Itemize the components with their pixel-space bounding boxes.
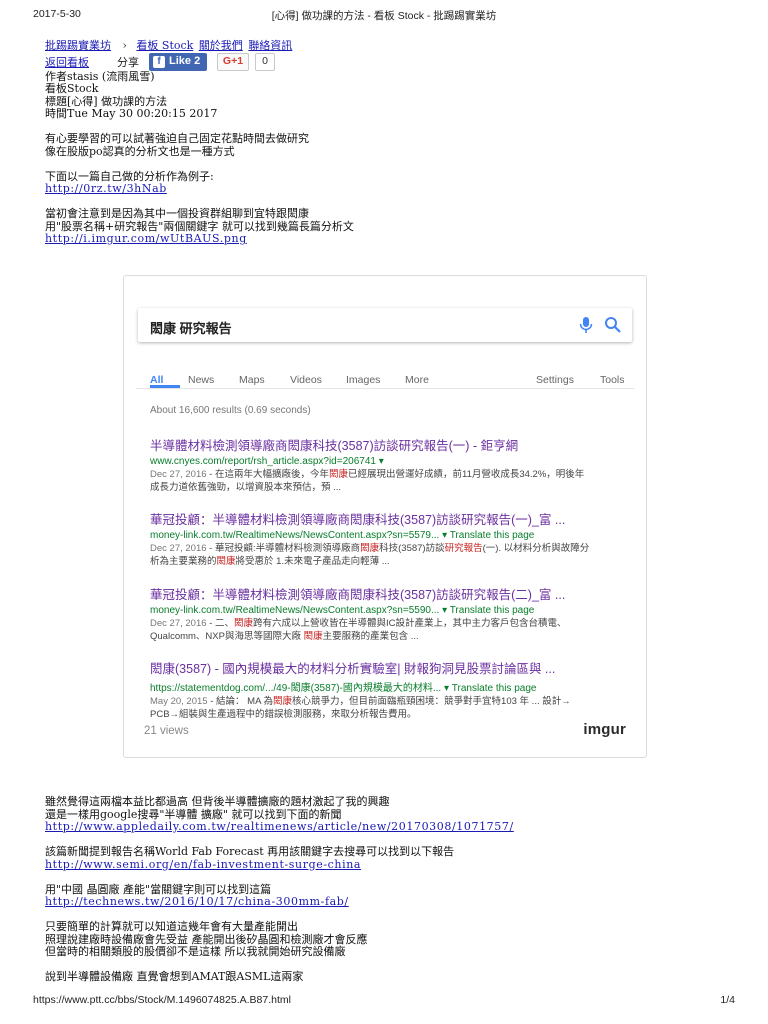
tab-tools: Tools xyxy=(600,374,625,386)
technews-link[interactable]: http://technews.tw/2016/10/17/china-300m… xyxy=(45,895,725,909)
result-stats: About 16,600 results (0.69 seconds) xyxy=(150,405,311,416)
body-text: 雖然覺得這兩檔本益比都過高 但背後半導體擴廠的題材激起了我的興趣 xyxy=(45,795,390,808)
breadcrumb-board-link[interactable]: 看板 Stock xyxy=(136,39,193,52)
body-text: 像在股版po認真的分析文也是一種方式 xyxy=(45,144,235,158)
contact-link[interactable]: 聯絡資訊 xyxy=(248,39,292,52)
body-text: 該篇新聞提到報告名稱World Fab Forecast 再用該關鍵字去搜尋可以… xyxy=(45,845,455,858)
body-text: 有心要學習的可以試著強迫自己固定花點時間去做研究 xyxy=(45,132,309,145)
tab-news: News xyxy=(188,374,215,386)
tab-maps: Maps xyxy=(239,374,265,386)
search-box: 閎康 研究報告 xyxy=(138,308,632,342)
breadcrumb-separator: › xyxy=(122,39,127,52)
back-to-board-link[interactable]: 返回看板 xyxy=(45,56,89,70)
semi-link[interactable]: http://www.semi.org/en/fab-investment-su… xyxy=(45,858,725,872)
result-url: https://statementdog.com/.../49-閎康(3587)… xyxy=(150,683,537,694)
analysis-link[interactable]: http://0rz.tw/3hNab xyxy=(45,182,725,196)
result-url: www.cnyes.com/report/rsh_article.aspx?id… xyxy=(150,456,384,467)
print-title: [心得] 做功課的方法 - 看板 Stock - 批踢踢實業坊 xyxy=(271,10,497,22)
search-icon xyxy=(605,317,621,333)
meta-board: 看板Stock xyxy=(45,82,99,95)
google-plus-count: 0 xyxy=(255,52,275,71)
imgur-logo[interactable]: imgur xyxy=(583,721,626,738)
microphone-icon xyxy=(579,317,593,333)
body-text: 說到半導體設備廠 直覺會想到AMAT跟ASML這兩家 xyxy=(45,970,304,983)
result-title: 閎康(3587) - 國內規模最大的材料分析實驗室| 財報狗洞見股票討論區與 .… xyxy=(150,662,556,676)
tab-images: Images xyxy=(346,374,381,386)
result-snippet: Dec 27, 2016 - 在這兩年大幅擴廠後，今年閎康已經展現出營運好成績，… xyxy=(150,469,585,493)
search-result: 半導體材料檢測領導廠商閎康科技(3587)訪談研究報告(一) - 鉅亨網 www… xyxy=(150,435,628,494)
facebook-icon: f xyxy=(153,55,165,68)
tab-settings: Settings xyxy=(536,374,574,386)
search-result: 華冠投顧：半導體材料檢測領導廠商閎康科技(3587)訪談研究報告(二)_富 ..… xyxy=(150,584,628,643)
print-url: https://www.ptt.cc/bbs/Stock/M.149607482… xyxy=(33,994,291,1006)
article: 批踢踢實業坊 › 看板 Stock 關於我們 聯絡資訊 返回看板 分享 f Li… xyxy=(45,39,725,246)
result-snippet: Dec 27, 2016 - 華冠投顧:半導體材料檢測領導廠商閎康科技(3587… xyxy=(150,543,590,567)
result-title: 華冠投顧：半導體材料檢測領導廠商閎康科技(3587)訪談研究報告(一)_富 ..… xyxy=(150,513,566,527)
view-count: 21 views xyxy=(144,725,189,737)
search-screenshot: 閎康 研究報告 All News Maps Videos Images More… xyxy=(136,288,634,720)
meta-author: 作者stasis (流雨風雪) xyxy=(45,69,155,83)
share-row: 返回看板 分享 f Like 2 G+1 0 xyxy=(45,52,725,71)
appledaily-link[interactable]: http://www.appledaily.com.tw/realtimenew… xyxy=(45,820,725,834)
imgur-link[interactable]: http://i.imgur.com/wUtBAUS.png xyxy=(45,232,725,246)
result-url: money-link.com.tw/RealtimeNews/NewsConte… xyxy=(150,605,535,616)
print-footer: https://www.ptt.cc/bbs/Stock/M.149607482… xyxy=(0,994,768,1008)
breadcrumb: 批踢踢實業坊 › 看板 Stock 關於我們 聯絡資訊 xyxy=(45,39,725,53)
result-snippet: May 20, 2015 - 結論： MA 為閎康核心競爭力，但目前面臨瓶頸困境… xyxy=(150,696,571,720)
result-title: 華冠投顧：半導體材料檢測領導廠商閎康科技(3587)訪談研究報告(二)_富 ..… xyxy=(150,588,566,602)
search-result: 華冠投顧：半導體材料檢測領導廠商閎康科技(3587)訪談研究報告(一)_富 ..… xyxy=(150,509,628,568)
google-plus-button[interactable]: G+1 xyxy=(217,52,249,71)
imgur-embed[interactable]: 閎康 研究報告 All News Maps Videos Images More… xyxy=(123,275,647,758)
result-title: 半導體材料檢測領導廠商閎康科技(3587)訪談研究報告(一) - 鉅亨網 xyxy=(150,439,519,453)
print-header: 2017-5-30 [心得] 做功課的方法 - 看板 Stock - 批踢踢實業… xyxy=(0,8,768,22)
tab-videos: Videos xyxy=(290,374,322,386)
search-query: 閎康 研究報告 xyxy=(150,321,232,336)
search-tabs: All News Maps Videos Images More Setting… xyxy=(136,360,634,389)
facebook-like-label: Like 2 xyxy=(169,55,201,68)
result-snippet: Dec 27, 2016 - 二、閎康跨有六成以上營收皆在半導體與IC設計產業上… xyxy=(150,618,567,642)
article-continued: 雖然覺得這兩檔本益比都過高 但背後半導體擴廠的題材激起了我的興趣 還是一樣用go… xyxy=(45,795,725,984)
facebook-like-button[interactable]: f Like 2 xyxy=(149,52,207,71)
about-link[interactable]: 關於我們 xyxy=(199,39,243,52)
result-url: money-link.com.tw/RealtimeNews/NewsConte… xyxy=(150,530,535,541)
tab-more: More xyxy=(405,374,429,386)
meta-time: 時間Tue May 30 00:20:15 2017 xyxy=(45,107,218,120)
share-label: 分享 xyxy=(117,55,139,69)
active-tab-indicator xyxy=(150,385,180,388)
print-page-number: 1/4 xyxy=(720,994,735,1006)
breadcrumb-site-link[interactable]: 批踢踢實業坊 xyxy=(45,39,111,52)
search-result: 閎康(3587) - 國內規模最大的材料分析實驗室| 財報狗洞見股票討論區與 .… xyxy=(150,658,628,721)
body-text: 只要簡單的計算就可以知道這幾年會有大量產能開出 xyxy=(45,920,298,933)
body-text: 但當時的相關類股的股價卻不是這樣 所以我就開始研究設備廠 xyxy=(45,945,346,958)
body-text: 當初會注意到是因為其中一個投資群組聊到宜特跟閎康 xyxy=(45,207,309,220)
